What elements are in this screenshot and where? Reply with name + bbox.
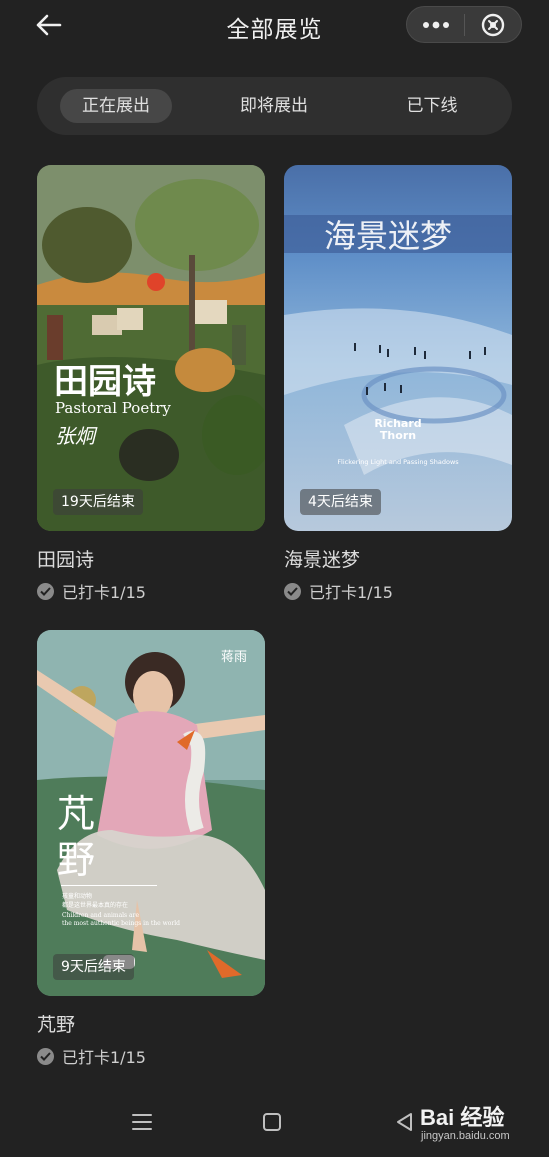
time-remaining-badge: 19天后结束 bbox=[53, 489, 143, 515]
checkin-status: 已打卡1/15 bbox=[37, 1044, 146, 1068]
poster-title: 田园诗 bbox=[54, 362, 156, 402]
poster-note-cn-1: 孩童和动物 bbox=[62, 892, 92, 900]
tab-upcoming[interactable]: 即将展出 bbox=[218, 89, 330, 123]
exhibition-title: 芃野 bbox=[37, 1014, 76, 1036]
tab-offline[interactable]: 已下线 bbox=[376, 89, 488, 123]
mini-program-capsule bbox=[406, 6, 522, 43]
poster-title: 海景迷梦 bbox=[324, 217, 452, 255]
tab-on-display[interactable]: 正在展出 bbox=[60, 89, 172, 123]
exhibition-title: 田园诗 bbox=[37, 549, 95, 571]
poster-artist-last: Thorn bbox=[380, 429, 416, 442]
time-remaining-badge: 9天后结束 bbox=[53, 954, 134, 980]
top-bar: 全部展览 bbox=[0, 0, 549, 54]
checkin-text: 已打卡1/15 bbox=[62, 1048, 146, 1067]
system-back-button[interactable] bbox=[395, 1112, 415, 1132]
close-button[interactable] bbox=[465, 7, 521, 42]
checkin-text: 已打卡1/15 bbox=[62, 583, 146, 602]
triangle-back-icon bbox=[397, 1113, 412, 1131]
poster-title-line2: 野 bbox=[57, 838, 95, 882]
checkin-text: 已打卡1/15 bbox=[309, 583, 393, 602]
seascape-painting: 海景迷梦 Richard Thorn Flickering Light and … bbox=[284, 165, 512, 531]
recent-apps-button[interactable] bbox=[131, 1112, 153, 1132]
check-circle-icon bbox=[284, 582, 301, 600]
more-dots-icon bbox=[422, 21, 449, 28]
watermark-url: jingyan.baidu.com bbox=[421, 1130, 510, 1142]
exhibition-poster[interactable]: 蒋雨 芃 野 孩童和动物 都是这世界最本真的存在 Children and an… bbox=[37, 630, 265, 996]
poster-artist: 蒋雨 bbox=[221, 650, 247, 665]
home-button[interactable] bbox=[263, 1113, 281, 1131]
check-circle-icon bbox=[37, 582, 54, 600]
close-circle-icon bbox=[481, 13, 505, 36]
exhibition-tabs: 正在展出 即将展出 已下线 bbox=[37, 77, 512, 135]
baidu-watermark: Bai 经验 jingyan.baidu.com bbox=[420, 1100, 510, 1142]
pastoral-painting: 田园诗 Pastoral Poetry 张炯 bbox=[37, 165, 265, 531]
exhibition-poster[interactable]: 田园诗 Pastoral Poetry 张炯 19天后结束 bbox=[37, 165, 265, 531]
girl-and-goose-painting: 蒋雨 芃 野 孩童和动物 都是这世界最本真的存在 Children and an… bbox=[37, 630, 265, 996]
more-button[interactable] bbox=[407, 7, 464, 42]
exhibition-title: 海景迷梦 bbox=[284, 549, 361, 571]
watermark-logo-text: Bai 经验 bbox=[420, 1105, 505, 1130]
poster-note-cn-2: 都是这世界最本真的存在 bbox=[62, 901, 128, 909]
checkin-status: 已打卡1/15 bbox=[37, 579, 146, 603]
exhibition-card[interactable]: 蒋雨 芃 野 孩童和动物 都是这世界最本真的存在 Children and an… bbox=[37, 630, 265, 1070]
poster-tagline: Flickering Light and Passing Shadows bbox=[337, 458, 459, 466]
poster-title-line1: 芃 bbox=[57, 792, 95, 836]
poster-artist: 张炯 bbox=[55, 424, 98, 448]
poster-note-en-2: the most authentic beings in the world bbox=[62, 920, 180, 927]
menu-icon bbox=[132, 1114, 152, 1130]
exhibition-poster[interactable]: 海景迷梦 Richard Thorn Flickering Light and … bbox=[284, 165, 512, 531]
poster-subtitle: Pastoral Poetry bbox=[55, 399, 171, 417]
exhibition-card[interactable]: 海景迷梦 Richard Thorn Flickering Light and … bbox=[284, 165, 512, 605]
time-remaining-badge: 4天后结束 bbox=[300, 489, 381, 515]
exhibition-card[interactable]: 田园诗 Pastoral Poetry 张炯 19天后结束 田园诗 已打卡1/1… bbox=[37, 165, 265, 605]
poster-note-en-1: Children and animals are bbox=[62, 912, 139, 919]
check-circle-icon bbox=[37, 1047, 54, 1065]
checkin-status: 已打卡1/15 bbox=[284, 579, 393, 603]
